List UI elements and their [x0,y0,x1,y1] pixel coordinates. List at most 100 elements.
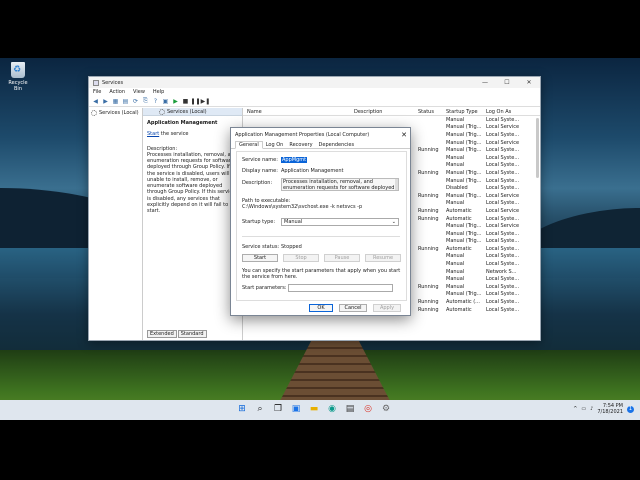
service-logon-cell-text: Local Syste... [486,169,520,176]
service-startup-cell-text: Manual (Trig... [446,230,482,237]
menu-view[interactable]: View [133,89,145,95]
network-icon[interactable]: ▭ [581,406,586,412]
service-startup-cell: Manual [446,269,486,275]
display-name-value[interactable]: Application Management [281,168,343,174]
window-titlebar[interactable]: Services — ☐ ✕ [89,77,540,88]
ok-button[interactable]: OK [309,304,333,312]
table-row[interactable]: Manual Local Syste... [243,116,540,124]
restart-service-icon[interactable]: ▶❚ [201,98,211,105]
description-box[interactable]: Processes installation, removal, and enu… [281,178,399,191]
notification-badge[interactable]: 1 [627,405,634,413]
service-startup-cell-text: Manual [446,200,465,207]
resume-button[interactable]: Resume [365,254,401,262]
stop-button[interactable]: Stop [283,254,319,262]
volume-icon[interactable]: ♪ [590,406,593,412]
description-scrollbar[interactable] [395,179,398,190]
start-service-link[interactable]: Start [147,131,159,137]
edge-icon[interactable]: ◉ [326,403,338,415]
service-logon-cell-text: Local Syste... [486,116,520,123]
menu-action[interactable]: Action [109,89,125,95]
cancel-button[interactable]: Cancel [339,304,367,312]
column-startup-type[interactable]: Startup Type [446,109,486,115]
service-startup-cell: Manual [446,284,486,290]
recycle-bin-shortcut[interactable]: Recycle Bin [4,62,32,92]
tree-item-services-local[interactable]: Services (Local) [91,110,140,116]
widgets-icon[interactable]: ▣ [290,403,302,415]
tab-log-on[interactable]: Log On [263,142,287,148]
refresh-icon[interactable]: ⟳ [132,98,139,105]
service-startup-cell: Automatic [446,216,486,222]
menu-help[interactable]: Help [153,89,164,95]
gear-icon [159,108,165,115]
menu-file[interactable]: File [93,89,101,95]
startup-type-label: Startup type: [242,219,276,225]
service-startup-cell-text: Manual (Trig... [446,177,482,184]
service-startup-cell-text: Manual (Trig... [446,131,482,138]
store-icon[interactable]: ▤ [344,403,356,415]
column-description[interactable]: Description [354,109,418,115]
general-tab-panel: Service name: AppMgmt Display name: Appl… [236,151,407,301]
search-icon[interactable]: ⌕ [254,403,266,415]
minimize-button[interactable]: — [474,79,496,86]
service-logon-cell: Network S... [486,269,532,275]
service-startup-cell: Manual [446,253,486,259]
start-params-input[interactable] [288,284,393,292]
service-startup-cell-text: Automatic [446,207,472,214]
service-startup-cell-text: Manual (Trig... [446,291,482,298]
column-status[interactable]: Status [418,109,446,115]
export-list-icon[interactable]: ⎘ [142,97,149,105]
service-logon-cell-text: Local Syste... [486,299,520,306]
console-tree: Services (Local) [89,108,143,340]
service-logon-cell: Local Syste... [486,185,532,191]
tab-recovery[interactable]: Recovery [286,142,315,148]
start-service-icon[interactable]: ▶ [172,98,179,105]
service-startup-cell: Manual [446,276,486,282]
stop-service-icon[interactable]: ■ [182,98,189,105]
maximize-button[interactable]: ☐ [496,79,518,86]
pause-button[interactable]: Pause [324,254,360,262]
close-button[interactable]: ✕ [518,79,540,86]
list-view-icon[interactable]: ▤ [122,98,129,105]
chrome-icon[interactable]: ◎ [362,403,374,415]
pause-service-icon[interactable]: ❚❚ [190,98,200,105]
help-icon[interactable]: ? [152,98,159,105]
forward-arrow-icon[interactable]: ▶ [102,98,109,105]
service-startup-cell: Manual [446,162,486,168]
service-startup-cell: Manual (Trig... [446,231,486,237]
vertical-scrollbar[interactable] [536,118,539,178]
clock[interactable]: 7:54 PM 7/18/2021 [597,403,623,416]
tab-general[interactable]: General [235,141,263,149]
service-logon-cell: Local Syste... [486,132,532,138]
service-status-cell: Running [418,193,446,199]
file-explorer-icon[interactable]: ▬ [308,403,320,415]
tab-extended[interactable]: Extended [147,330,177,338]
service-startup-cell: Automatic (... [446,299,486,305]
description-label: Description: [242,180,273,186]
service-startup-cell: Automatic [446,307,486,313]
task-view-icon[interactable]: ❐ [272,403,284,415]
properties-icon[interactable]: ▣ [162,98,169,105]
tab-dependencies[interactable]: Dependencies [316,142,358,148]
column-log-on-as[interactable]: Log On As [486,109,532,115]
windows-start-icon[interactable]: ⊞ [236,403,248,415]
apply-button[interactable]: Apply [373,304,401,312]
dialog-close-icon[interactable]: ✕ [398,131,410,139]
service-status-cell: Running [418,208,446,214]
start-button[interactable]: Start [242,254,278,262]
pane-header-label: Services (Local) [167,108,207,115]
service-logon-cell: Local Syste... [486,178,532,184]
service-logon-cell-text: Local Service [486,124,520,131]
path-value[interactable]: C:\Windows\system32\svchost.exe -k netsv… [242,204,362,210]
console-tree-icon[interactable]: ▦ [112,98,119,105]
chevron-up-icon[interactable]: ^ [573,406,577,412]
service-startup-cell-text: Manual [446,268,465,275]
startup-type-select[interactable]: Manual ⌄ [281,218,399,226]
back-arrow-icon[interactable]: ◀ [92,98,99,105]
service-logon-cell: Local Syste... [486,147,532,153]
service-startup-cell-text: Manual (Trig... [446,169,482,176]
dialog-titlebar[interactable]: Application Management Properties (Local… [231,128,410,141]
services-icon[interactable]: ⚙ [380,403,392,415]
tab-standard[interactable]: Standard [177,330,207,338]
column-name[interactable]: Name [243,109,354,115]
service-name-value[interactable]: AppMgmt [281,157,308,163]
